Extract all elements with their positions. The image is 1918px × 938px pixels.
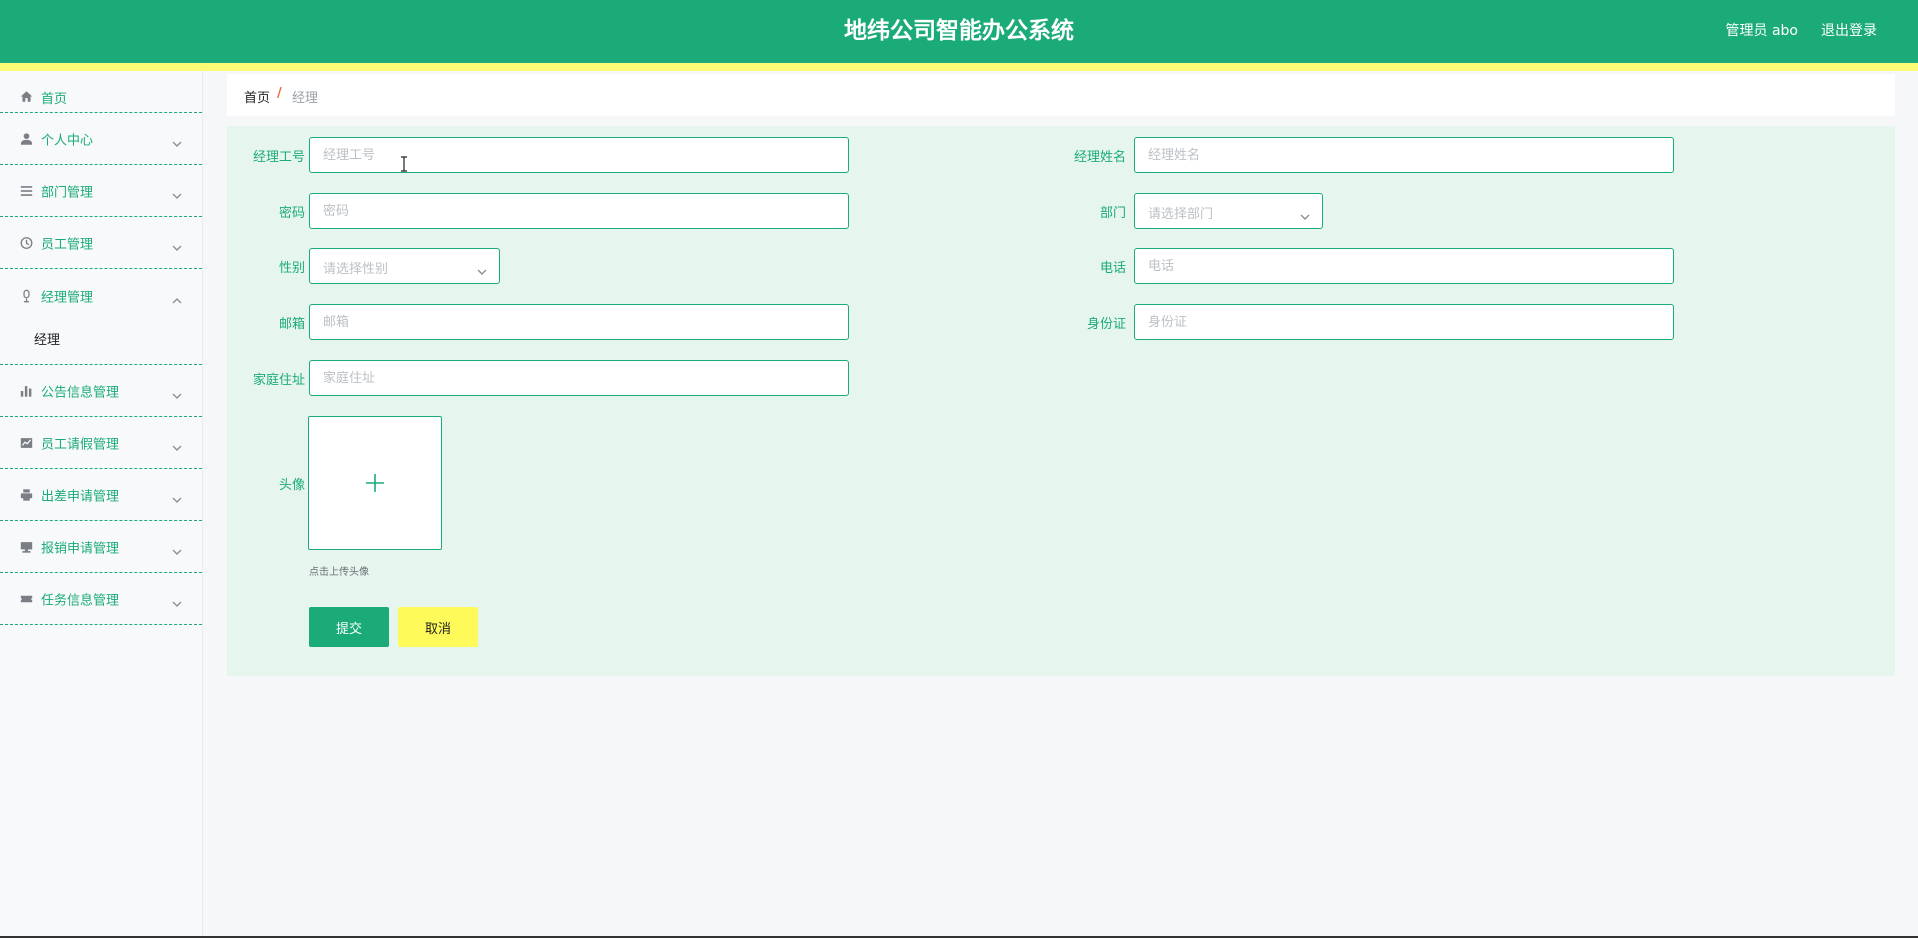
printer-icon [20,488,33,501]
gender-select-placeholder: 请选择性别 [323,262,389,277]
sidebar-item-leave-management[interactable]: 员工请假管理 [0,417,202,469]
sidebar-item-label: 部门管理 [41,185,94,200]
sidebar-item-label: 员工管理 [41,237,94,252]
sidebar-subitem-label: 经理 [34,333,61,348]
id-card-input[interactable] [1134,304,1674,340]
logout-button[interactable]: 退出登录 [1821,0,1877,63]
sidebar: 首页 个人中心 部门管理 员工管理 经理管理 经理 公告信息管理 员工请假管理 … [0,71,203,938]
bar-chart-icon [20,384,33,397]
gender-label: 性别 [278,261,305,276]
address-input[interactable] [309,360,849,396]
sidebar-item-label: 经理管理 [41,290,94,306]
sidebar-item-label: 首页 [41,92,68,107]
phone-input[interactable] [1134,248,1674,284]
chevron-down-icon [477,262,487,275]
email-input[interactable] [309,304,849,340]
sidebar-item-label: 报销申请管理 [41,541,120,556]
line-chart-icon [20,436,33,449]
department-select[interactable]: 请选择部门 [1134,193,1323,229]
password-input[interactable] [309,193,849,229]
chevron-down-icon [172,238,182,251]
address-label: 家庭住址 [252,373,305,388]
sidebar-item-label: 公告信息管理 [41,385,120,400]
sidebar-item-department-management[interactable]: 部门管理 [0,165,202,217]
gender-select[interactable]: 请选择性别 [309,248,500,284]
text-cursor-icon [399,156,409,172]
sidebar-item-task-management[interactable]: 任务信息管理 [0,573,202,625]
chevron-down-icon [1300,207,1310,220]
chevron-down-icon [172,490,182,503]
manager-name-input[interactable] [1134,137,1674,173]
chevron-down-icon [172,594,182,607]
monitor-icon [20,540,33,553]
sidebar-item-personal-center[interactable]: 个人中心 [0,113,202,165]
email-label: 邮箱 [278,317,305,332]
phone-label: 电话 [1099,261,1126,276]
chevron-down-icon [172,438,182,451]
chevron-down-icon [172,542,182,555]
current-user-label: 管理员 abo [1725,23,1798,39]
breadcrumb-separator: / [277,86,282,101]
manager-form: 经理工号 经理姓名 密码 部门 请选择部门 性别 请选择性别 电话 邮箱 身份证… [227,126,1895,676]
manager-name-label: 经理姓名 [1073,150,1126,165]
chevron-up-icon [172,291,182,304]
menu-lines-icon [20,184,33,197]
avatar-label: 头像 [278,478,305,493]
top-header [0,0,1918,63]
password-label: 密码 [278,206,305,221]
ticket-icon [20,592,33,605]
sidebar-item-label: 任务信息管理 [41,593,120,608]
sidebar-item-reimbursement-management[interactable]: 报销申请管理 [0,521,202,573]
cancel-button[interactable]: 取消 [398,607,478,647]
sidebar-item-employee-management[interactable]: 员工管理 [0,217,202,269]
sidebar-subitem-manager[interactable]: 经理 [0,323,202,365]
chevron-down-icon [172,386,182,399]
submit-button[interactable]: 提交 [309,607,389,647]
chevron-down-icon [172,134,182,147]
microphone-icon [20,289,33,303]
chevron-down-icon [172,186,182,199]
sidebar-item-label: 出差申请管理 [41,489,120,504]
sidebar-item-label: 个人中心 [41,133,94,148]
department-label: 部门 [1099,206,1126,221]
clock-icon [20,236,33,249]
breadcrumb-current: 经理 [292,91,319,106]
avatar-upload-box[interactable] [308,416,442,550]
home-icon [20,90,33,103]
sidebar-item-manager-management[interactable]: 经理管理 [0,269,202,323]
breadcrumb-home-link[interactable]: 首页 [244,87,270,106]
avatar-upload-tip: 点击上传头像 [309,567,369,578]
sidebar-item-label: 员工请假管理 [41,437,120,452]
plus-icon [364,472,386,494]
manager-id-input[interactable] [309,137,849,173]
breadcrumb: 首页 / 经理 [227,74,1895,116]
sidebar-item-home[interactable]: 首页 [0,71,202,113]
sidebar-item-announcement-management[interactable]: 公告信息管理 [0,365,202,417]
manager-id-label: 经理工号 [252,150,305,165]
department-select-placeholder: 请选择部门 [1148,207,1214,222]
id-card-label: 身份证 [1086,317,1126,332]
user-icon [20,132,33,145]
header-accent-stripe [0,63,1918,71]
sidebar-item-business-trip-management[interactable]: 出差申请管理 [0,469,202,521]
